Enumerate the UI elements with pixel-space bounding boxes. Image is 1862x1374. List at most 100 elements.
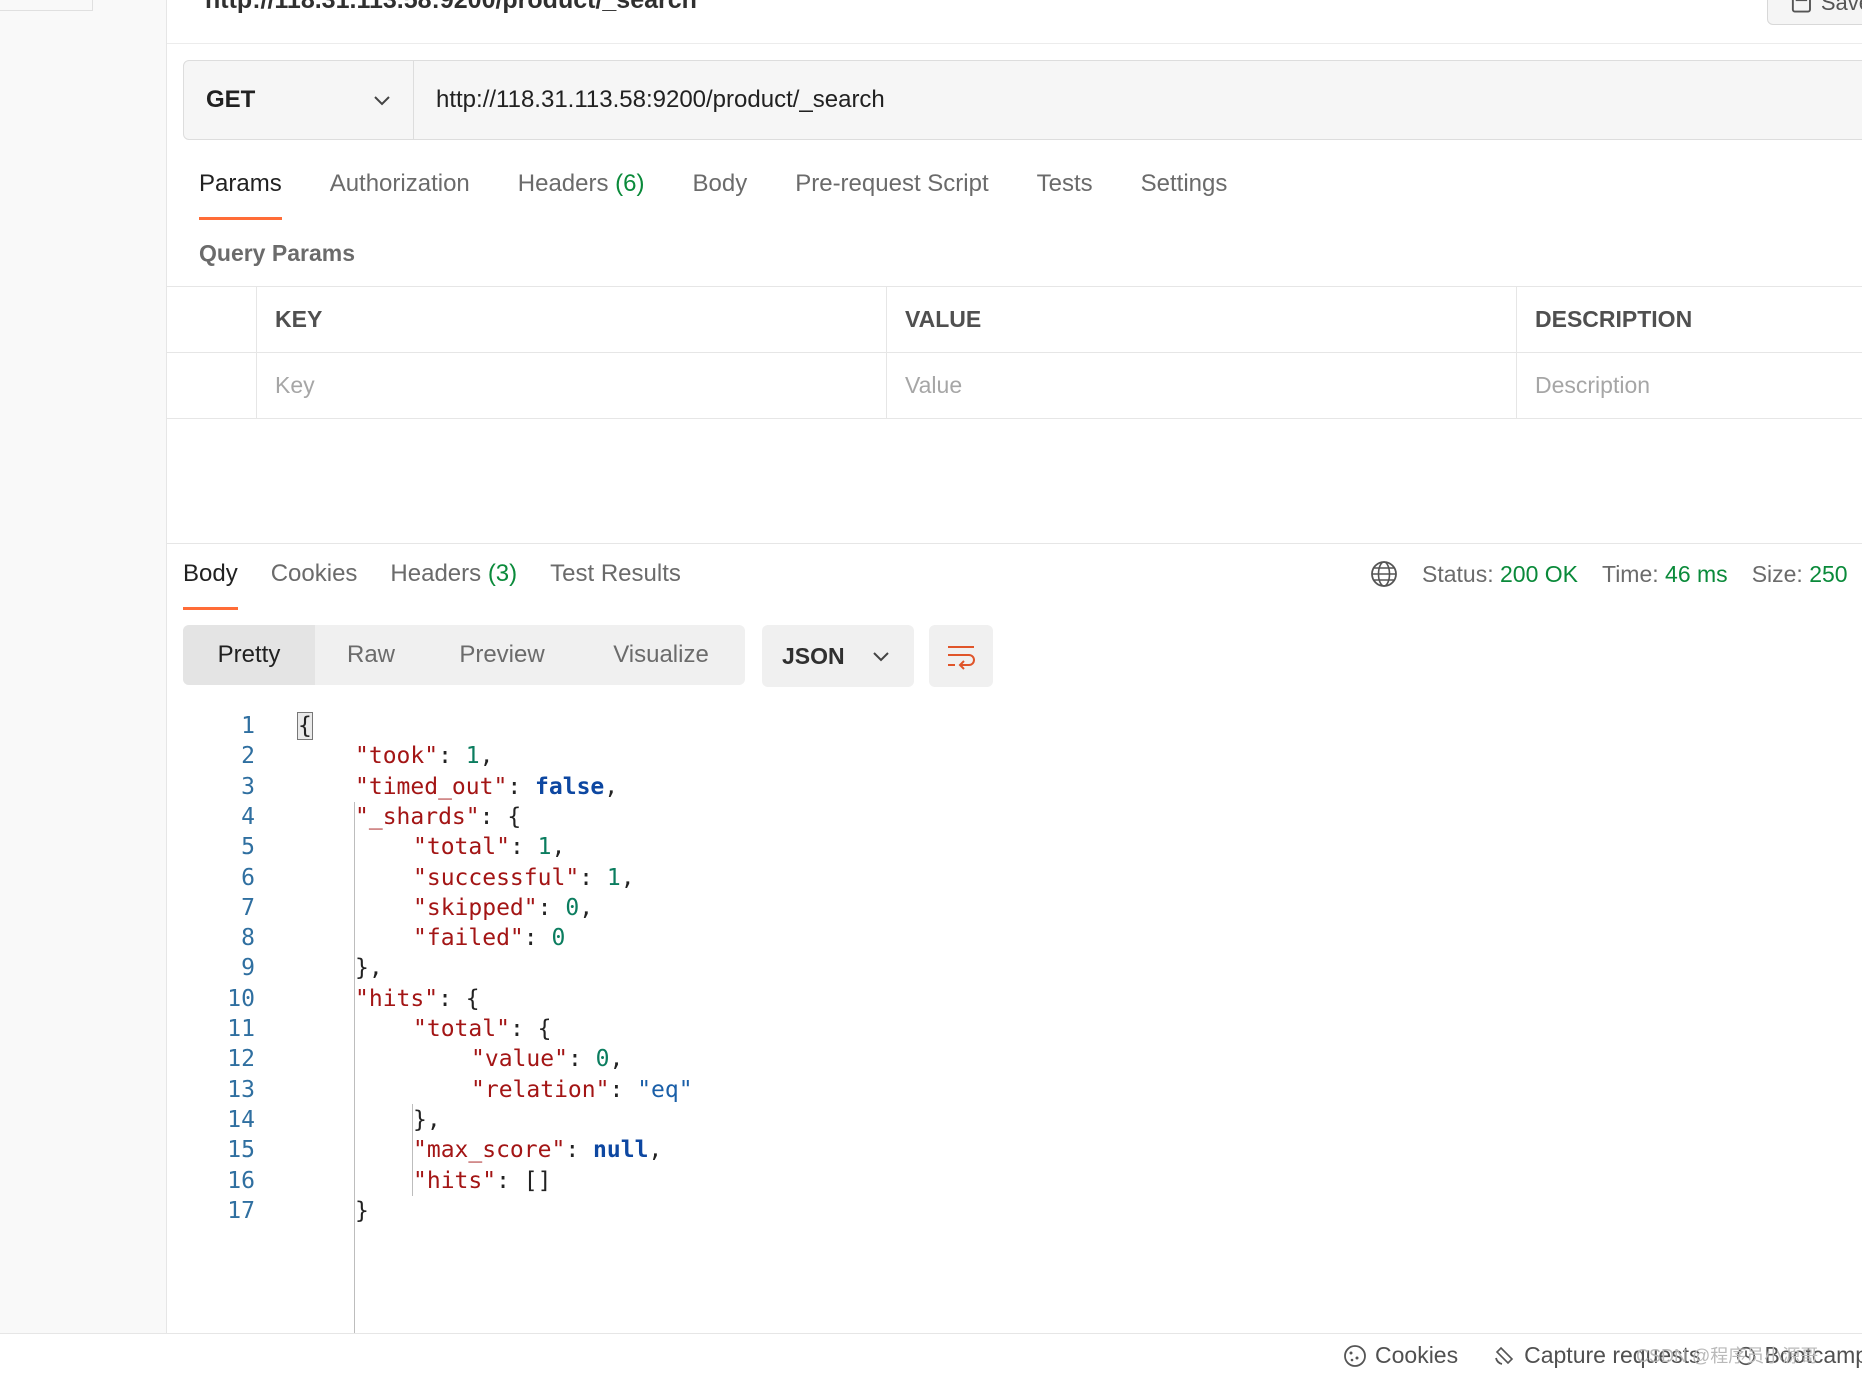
request-title[interactable]: http://118.31.113.58:9200/product/_searc… [205, 0, 697, 15]
code-token: : [] [496, 1167, 552, 1194]
column-header-description: DESCRIPTION [1516, 287, 1862, 352]
code-token: false [535, 773, 605, 800]
code-token: }, [413, 1106, 441, 1133]
code-token: 1 [606, 864, 621, 891]
request-workspace: http://118.31.113.58:9200/product/_searc… [167, 0, 1862, 1349]
url-bar: GET http://118.31.113.58:9200/product/_s… [183, 60, 1862, 140]
code-token: : [523, 925, 552, 952]
code-token: "relation" [471, 1076, 610, 1103]
code-token: "skipped" [413, 894, 538, 921]
request-tabs: Params Authorization Headers (6) Body Pr… [199, 170, 1275, 220]
code-token: "timed_out" [355, 773, 508, 800]
code-token: null [593, 1137, 649, 1164]
satellite-icon [1495, 1346, 1514, 1365]
save-button[interactable]: Save [1767, 0, 1862, 25]
code-token: : [565, 1137, 594, 1164]
format-select[interactable]: JSON [762, 625, 914, 687]
chevron-down-icon [374, 96, 390, 106]
format-label: JSON [782, 642, 845, 669]
mode-visualize[interactable]: Visualize [577, 625, 745, 685]
mode-raw[interactable]: Raw [315, 625, 427, 685]
response-headers-count: (3) [487, 560, 518, 587]
status-bar: Cookies Capture requests Bootcamp [0, 1333, 1862, 1374]
tab-headers[interactable]: Headers (6) [518, 170, 645, 220]
tab-response-headers[interactable]: Headers (3) [390, 560, 517, 610]
row-handle [167, 287, 256, 352]
code-token: 1 [537, 834, 552, 861]
wrap-lines-icon [948, 646, 975, 670]
code-token: }, [355, 955, 383, 982]
response-time[interactable]: Time: 46 ms [1602, 561, 1728, 588]
code-token: 1 [465, 743, 480, 770]
cookie-icon [1344, 1344, 1366, 1367]
table-header-row: KEY VALUE DESCRIPTION [167, 286, 1862, 352]
table-row: Key Value Description [167, 352, 1862, 419]
row-handle [167, 353, 256, 418]
watermark-text: CSDN @程序员小源哥 [1636, 1346, 1819, 1366]
code-token: : [438, 743, 466, 770]
tab-test-results[interactable]: Test Results [550, 560, 681, 610]
response-status: Status: 200 OK Time: 46 ms Size: 250 [1370, 560, 1862, 588]
cookies-button[interactable]: Cookies [1343, 1342, 1458, 1369]
code-token: "failed" [413, 925, 524, 952]
code-token: : [509, 834, 538, 861]
code-token: , [604, 773, 619, 800]
code-token: , [609, 1046, 624, 1073]
method-label: GET [206, 86, 256, 113]
code-token: "max_score" [413, 1137, 566, 1164]
brace-match: { [297, 712, 313, 740]
value-input[interactable]: Value [886, 353, 1516, 418]
code-token: "hits" [355, 985, 439, 1012]
column-header-value: VALUE [886, 287, 1516, 352]
code-token: : [579, 864, 607, 891]
code-token: , [648, 1137, 663, 1164]
query-params-table: KEY VALUE DESCRIPTION Key Value Descript… [167, 286, 1862, 419]
tab-authorization[interactable]: Authorization [330, 170, 470, 220]
code-line: 17} [167, 1193, 1567, 1229]
response-divider[interactable] [167, 543, 1862, 544]
code-token: , [620, 864, 635, 891]
code-token: , [551, 834, 566, 861]
headers-count: (6) [615, 170, 645, 197]
code-token: : [567, 1046, 596, 1073]
mode-preview[interactable]: Preview [427, 625, 577, 685]
method-select[interactable]: GET [184, 61, 414, 139]
sidebar-header-stub [0, 0, 93, 11]
line-number: 17 [227, 1197, 255, 1224]
code-token: : [507, 773, 536, 800]
tab-tests[interactable]: Tests [1037, 170, 1093, 220]
tab-response-body[interactable]: Body [183, 560, 238, 610]
tab-response-cookies[interactable]: Cookies [271, 560, 358, 610]
code-text: } [355, 1193, 369, 1229]
globe-icon[interactable] [1370, 560, 1398, 588]
tab-settings[interactable]: Settings [1141, 170, 1228, 220]
code-token: "hits" [413, 1167, 497, 1194]
tab-pre-request-script[interactable]: Pre-request Script [795, 170, 988, 220]
mode-pretty[interactable]: Pretty [183, 625, 315, 685]
code-token: : { [479, 803, 522, 830]
code-token: 0 [551, 925, 566, 952]
divider [167, 43, 1862, 44]
description-input[interactable]: Description [1516, 353, 1862, 418]
status-code[interactable]: Status: 200 OK [1422, 561, 1578, 588]
wrap-lines-button[interactable] [929, 625, 993, 687]
code-token: } [355, 1197, 369, 1224]
save-icon [1791, 0, 1811, 13]
url-input[interactable]: http://118.31.113.58:9200/product/_searc… [414, 61, 1862, 139]
key-input[interactable]: Key [256, 353, 886, 418]
tab-params[interactable]: Params [199, 170, 282, 220]
code-token: : [537, 894, 566, 921]
code-token: , [479, 743, 494, 770]
tab-body[interactable]: Body [693, 170, 748, 220]
code-token: : [609, 1076, 638, 1103]
response-tabs: Body Cookies Headers (3) Test Results [183, 560, 714, 610]
code-token: : { [509, 1016, 552, 1042]
code-token: "value" [471, 1046, 568, 1073]
sidebar-pane [0, 0, 167, 1373]
column-header-key: KEY [256, 287, 886, 352]
code-token: , [579, 894, 594, 921]
code-token: "total" [413, 834, 510, 861]
response-size[interactable]: Size: 250 [1752, 561, 1848, 588]
query-params-title: Query Params [199, 240, 355, 266]
code-token: "took" [355, 743, 439, 770]
